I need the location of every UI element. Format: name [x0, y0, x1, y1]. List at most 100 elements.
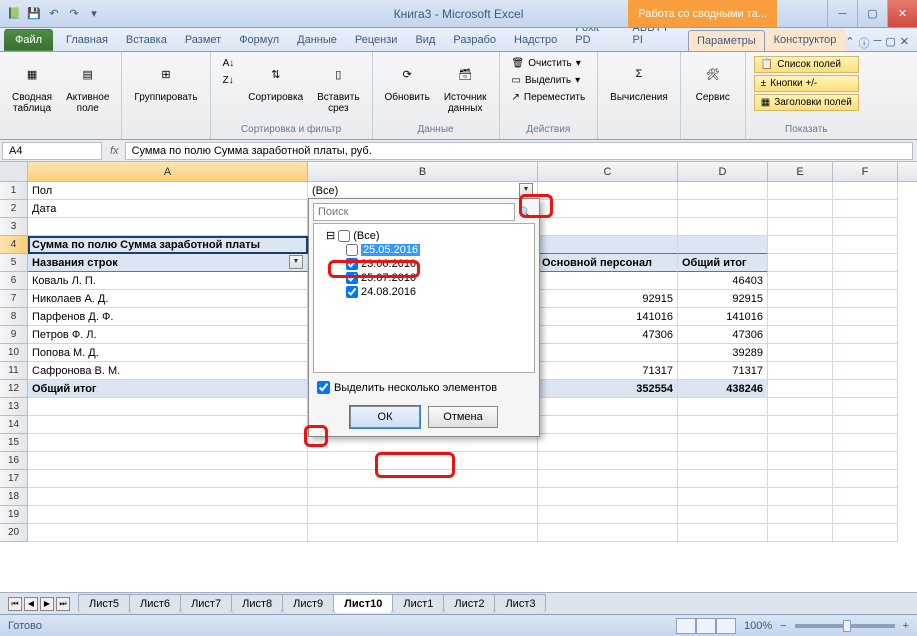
cell[interactable]	[538, 344, 678, 362]
select-button[interactable]: ▭Выделить ▾	[508, 73, 590, 88]
cell[interactable]	[678, 470, 768, 488]
sort-button[interactable]: ⇅Сортировка	[244, 56, 307, 105]
cell[interactable]	[833, 524, 898, 542]
workbook-min-icon[interactable]: ─	[874, 35, 882, 51]
select-all-corner[interactable]	[0, 162, 28, 181]
cell[interactable]	[308, 452, 538, 470]
workbook-close-icon[interactable]: ✕	[900, 35, 909, 51]
tab-layout[interactable]: Размет	[176, 29, 230, 51]
row-header[interactable]: 13	[0, 398, 28, 416]
col-header-C[interactable]: C	[538, 162, 678, 181]
cell[interactable]: 46403	[678, 272, 768, 290]
checkbox-all[interactable]	[338, 230, 350, 242]
tab-home[interactable]: Главная	[57, 29, 117, 51]
cell[interactable]	[768, 290, 833, 308]
cell[interactable]: 141016	[678, 308, 768, 326]
view-normal-button[interactable]	[676, 618, 696, 634]
cell[interactable]	[833, 506, 898, 524]
cell[interactable]	[678, 524, 768, 542]
buttons-toggle[interactable]: ±Кнопки +/-	[754, 75, 859, 92]
group-button[interactable]: ⊞Группировать	[130, 56, 201, 105]
sheet-tab[interactable]: Лист7	[180, 594, 232, 613]
sheet-tab[interactable]: Лист8	[231, 594, 283, 613]
cell[interactable]	[678, 200, 768, 218]
cell[interactable]	[768, 506, 833, 524]
cell[interactable]	[833, 488, 898, 506]
cell[interactable]	[833, 200, 898, 218]
tab-view[interactable]: Вид	[406, 29, 444, 51]
cell[interactable]	[768, 218, 833, 236]
cell[interactable]	[833, 344, 898, 362]
cell[interactable]	[768, 326, 833, 344]
cell[interactable]	[538, 236, 678, 254]
cell[interactable]	[308, 506, 538, 524]
clear-button[interactable]: 🗑Очистить ▾	[508, 56, 590, 71]
cell[interactable]	[678, 236, 768, 254]
cell[interactable]	[538, 506, 678, 524]
search-icon[interactable]: 🔍	[515, 203, 535, 221]
cell[interactable]: Основной персонал	[538, 254, 678, 272]
cell[interactable]	[833, 254, 898, 272]
close-button[interactable]: ✕	[887, 0, 917, 27]
cell[interactable]	[768, 524, 833, 542]
sheet-tab[interactable]: Лист3	[494, 594, 546, 613]
cell[interactable]: 71317	[538, 362, 678, 380]
cell[interactable]: 92915	[678, 290, 768, 308]
cell[interactable]: Парфенов Д. Ф.	[28, 308, 308, 326]
checkbox[interactable]	[346, 272, 358, 284]
minimize-button[interactable]: ─	[827, 0, 857, 27]
fx-icon[interactable]: fx	[104, 145, 125, 157]
cell[interactable]	[28, 434, 308, 452]
cell[interactable]	[833, 182, 898, 200]
cell[interactable]: 47306	[678, 326, 768, 344]
checkbox[interactable]	[346, 286, 358, 298]
cell[interactable]	[538, 200, 678, 218]
cell[interactable]	[768, 488, 833, 506]
cell[interactable]	[538, 524, 678, 542]
cell[interactable]	[833, 308, 898, 326]
row-header[interactable]: 19	[0, 506, 28, 524]
calculations-button[interactable]: ΣВычисления	[606, 56, 672, 105]
tab-formulas[interactable]: Формул	[230, 29, 288, 51]
cell[interactable]: 92915	[538, 290, 678, 308]
tab-addins[interactable]: Надстро	[505, 29, 566, 51]
filter-item[interactable]: 25.07.2016	[318, 271, 530, 285]
tools-button[interactable]: 🛠Сервис	[689, 56, 737, 105]
zoom-in-button[interactable]: +	[903, 620, 909, 632]
cell[interactable]	[768, 236, 833, 254]
cell[interactable]	[678, 218, 768, 236]
cell[interactable]	[28, 416, 308, 434]
cell[interactable]: 438246	[678, 380, 768, 398]
cell[interactable]	[768, 362, 833, 380]
cell[interactable]	[833, 416, 898, 434]
col-header-F[interactable]: F	[833, 162, 898, 181]
cell[interactable]	[678, 506, 768, 524]
sort-desc-button[interactable]: Z↓	[219, 73, 239, 88]
filter-item[interactable]: 23.06.2016	[318, 257, 530, 271]
field-list-button[interactable]: 📋Список полей	[754, 56, 859, 73]
name-box[interactable]	[2, 142, 102, 160]
slicer-button[interactable]: ▯Вставить срез	[313, 56, 363, 116]
multiselect-checkbox[interactable]	[317, 381, 330, 394]
cell-active[interactable]: Сумма по полю Сумма заработной платы	[28, 236, 308, 254]
cell[interactable]	[28, 524, 308, 542]
cell[interactable]: 352554	[538, 380, 678, 398]
filter-item-all[interactable]: ⊟(Все)	[318, 228, 530, 243]
cell[interactable]: Николаев А. Д.	[28, 290, 308, 308]
cell[interactable]	[768, 380, 833, 398]
cell[interactable]	[678, 452, 768, 470]
filter-dropdown-icon[interactable]: ▼	[519, 183, 533, 197]
cell[interactable]	[833, 362, 898, 380]
save-icon[interactable]: 💾	[26, 6, 42, 22]
tab-insert[interactable]: Вставка	[117, 29, 176, 51]
cell[interactable]	[833, 434, 898, 452]
row-header[interactable]: 2	[0, 200, 28, 218]
cell[interactable]	[28, 488, 308, 506]
datasource-button[interactable]: 🗃Источник данных	[440, 56, 491, 116]
cell[interactable]	[538, 434, 678, 452]
tab-nav-next[interactable]: ▶	[40, 597, 54, 611]
minimize-ribbon-icon[interactable]: ⌃	[845, 35, 854, 51]
cell[interactable]	[833, 326, 898, 344]
cell[interactable]	[538, 470, 678, 488]
sheet-tab[interactable]: Лист1	[392, 594, 444, 613]
